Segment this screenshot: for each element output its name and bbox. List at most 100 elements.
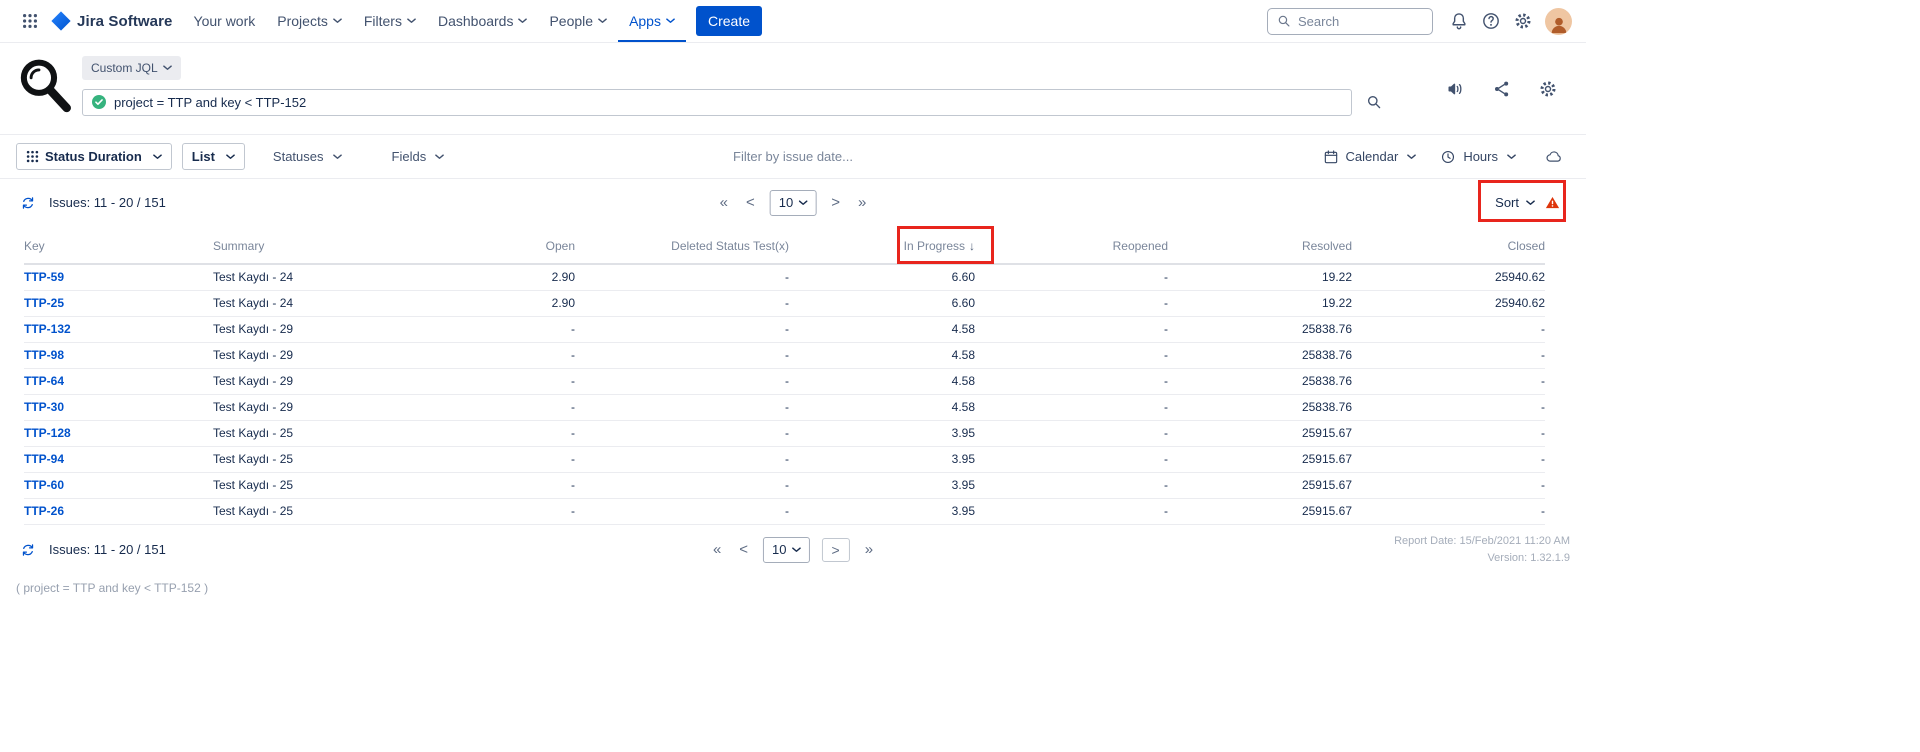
fields-dropdown[interactable]: Fields [384,149,453,164]
report-settings-button[interactable] [1532,73,1564,105]
issue-summary: Test Kaydı - 24 [213,264,385,290]
last-page-button[interactable]: » [855,194,869,211]
duration-cell: - [575,368,789,394]
duration-cell: - [1352,394,1545,420]
create-button[interactable]: Create [696,6,762,36]
first-page-button[interactable]: « [717,194,731,211]
page-size-select[interactable]: 10 [770,190,816,216]
report-type-button[interactable]: Status Duration [16,143,172,170]
issue-key-link[interactable]: TTP-128 [24,426,71,440]
column-header-open[interactable]: Open [385,226,575,264]
nav-apps[interactable]: Apps [618,0,686,42]
report-query-section: Custom JQL [0,43,1586,135]
duration-cell: - [385,316,575,342]
next-page-button[interactable]: > [828,194,843,211]
nav-your-work[interactable]: Your work [183,0,267,42]
app-window: Jira Software Your work Projects Filters… [0,0,1586,595]
notifications-button[interactable] [1443,5,1475,37]
share-button[interactable] [1486,73,1518,105]
issues-count: Issues: 11 - 20 / 151 [49,195,166,210]
report-version: Version: 1.32.1.9 [1394,550,1570,567]
issue-key-link[interactable]: TTP-132 [24,322,71,336]
issue-date-filter-input[interactable] [678,149,908,164]
duration-cell: 25838.76 [1168,316,1352,342]
jql-field[interactable] [82,89,1352,116]
column-header-summary[interactable]: Summary [213,226,385,264]
nav-people[interactable]: People [538,0,618,42]
sort-control[interactable]: Sort [1495,195,1560,210]
settings-button[interactable] [1507,5,1539,37]
pagination-bottom: « < 10 > » [710,537,876,563]
calendar-dropdown[interactable]: Calendar [1315,149,1425,165]
next-page-button[interactable]: > [822,538,850,562]
global-search-input[interactable] [1298,14,1423,29]
duration-cell: 25915.67 [1168,472,1352,498]
report-date: Report Date: 15/Feb/2021 11:20 AM [1394,533,1570,550]
chevron-down-icon [1507,154,1516,160]
issue-key-link[interactable]: TTP-98 [24,348,64,362]
column-header-resolved[interactable]: Resolved [1168,226,1352,264]
jql-input[interactable] [114,95,1342,110]
prev-page-button[interactable]: < [743,194,758,211]
issue-table-body: TTP-59 Test Kaydı - 24 2.90 - 6.60 - 19.… [24,264,1545,524]
chevron-down-icon [666,18,675,24]
column-header-deleted-status-test[interactable]: Deleted Status Test(x) [575,226,789,264]
time-unit-label: Hours [1463,149,1498,164]
help-button[interactable] [1475,5,1507,37]
prev-page-button[interactable]: < [736,541,751,558]
refresh-button[interactable] [16,538,40,562]
issue-key-link[interactable]: TTP-59 [24,270,64,284]
jira-logo[interactable]: Jira Software [50,10,173,32]
chevron-down-icon [407,18,416,24]
nav-label: People [549,13,593,29]
issue-summary: Test Kaydı - 24 [213,290,385,316]
results-left: Issues: 11 - 20 / 151 [16,538,166,562]
global-search[interactable] [1267,8,1433,35]
column-header-closed[interactable]: Closed [1352,226,1545,264]
issue-key-link[interactable]: TTP-64 [24,374,64,388]
duration-cell: - [975,420,1168,446]
query-column: Custom JQL [82,56,1390,118]
column-header-in-progress[interactable]: In Progress↓ [789,226,975,264]
column-header-key[interactable]: Key [24,226,213,264]
duration-cell: 25940.62 [1352,290,1545,316]
last-page-button[interactable]: » [862,541,876,558]
statuses-dropdown[interactable]: Statuses [265,149,350,164]
export-button[interactable] [1538,141,1570,173]
app-switcher-button[interactable] [14,5,46,37]
time-unit-dropdown[interactable]: Hours [1432,149,1524,165]
nav-filters[interactable]: Filters [353,0,427,42]
feedback-button[interactable] [1440,73,1472,105]
first-page-button[interactable]: « [710,541,724,558]
share-icon [1492,79,1512,99]
toolbar-right: Calendar Hours [1315,141,1570,173]
issue-key-link[interactable]: TTP-26 [24,504,64,518]
nav-dashboards[interactable]: Dashboards [427,0,539,42]
issue-summary: Test Kaydı - 29 [213,368,385,394]
issue-summary: Test Kaydı - 29 [213,342,385,368]
duration-cell: - [1352,446,1545,472]
user-avatar[interactable] [1545,8,1572,35]
person-icon [1548,13,1570,35]
column-header-reopened[interactable]: Reopened [975,226,1168,264]
query-mode-button[interactable]: Custom JQL [82,56,181,80]
issue-key-link[interactable]: TTP-94 [24,452,64,466]
issue-key-link[interactable]: TTP-60 [24,478,64,492]
report-info: Report Date: 15/Feb/2021 11:20 AM Versio… [1394,533,1570,567]
sort-label: Sort [1495,195,1519,210]
view-type-button[interactable]: List [182,143,245,170]
run-query-button[interactable] [1358,86,1390,118]
chevron-down-icon [226,154,235,160]
duration-cell: 4.58 [789,316,975,342]
issue-key-link[interactable]: TTP-30 [24,400,64,414]
duration-cell: - [385,420,575,446]
duration-cell: - [575,264,789,290]
page-size-select[interactable]: 10 [763,537,809,563]
issue-key-link[interactable]: TTP-25 [24,296,64,310]
chevron-down-icon [598,18,607,24]
nav-projects[interactable]: Projects [266,0,353,42]
calendar-icon [1323,149,1339,165]
nav-label: Your work [194,13,256,29]
duration-cell: 6.60 [789,290,975,316]
refresh-button[interactable] [16,191,40,215]
